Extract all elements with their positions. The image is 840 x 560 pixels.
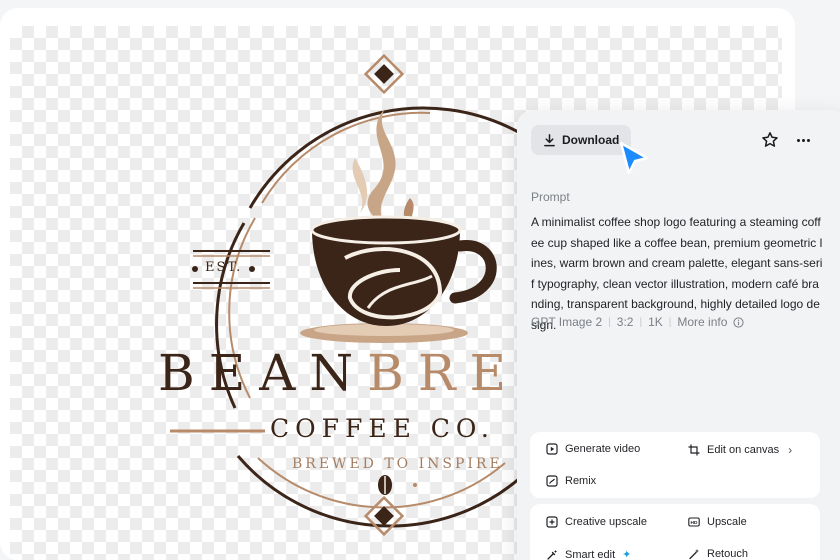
- star-icon[interactable]: [761, 131, 779, 149]
- generate-video-button[interactable]: Generate video: [546, 443, 640, 455]
- remix-icon: [546, 475, 558, 487]
- meta-separator: |: [608, 316, 611, 328]
- secondary-actions-card: Creative upscale HD Upscale Smart edit ✦…: [530, 504, 820, 560]
- hd-icon: HD: [688, 517, 700, 527]
- crop-icon: [688, 444, 700, 456]
- est-label: EST.: [205, 260, 243, 275]
- brand-tagline: BREWED TO INSPIRE: [292, 456, 503, 472]
- chevron-right-icon: ›: [788, 443, 793, 457]
- play-square-icon: [546, 443, 558, 455]
- edit-on-canvas-label: Edit on canvas: [707, 444, 780, 456]
- meta-model: GPT Image 2: [531, 315, 603, 329]
- top-diamond: [363, 53, 405, 95]
- prompt-label: Prompt: [531, 190, 570, 204]
- info-icon[interactable]: [733, 316, 744, 328]
- brand-subtitle: COFFEE CO.: [270, 414, 495, 443]
- magic-brush-icon: [547, 549, 557, 560]
- edit-on-canvas-button[interactable]: Edit on canvas ›: [688, 443, 792, 457]
- meta-resolution: 1K: [648, 315, 663, 329]
- creative-upscale-label: Creative upscale: [565, 516, 647, 528]
- upscale-button[interactable]: HD Upscale: [688, 516, 747, 528]
- remix-button[interactable]: Remix: [546, 475, 596, 487]
- bottom-diamond: [363, 495, 405, 537]
- more-horizontal-icon[interactable]: [794, 131, 812, 149]
- image-meta: GPT Image 2 | 3:2 | 1K | More info: [531, 315, 744, 329]
- remix-label: Remix: [565, 475, 597, 487]
- image-details-panel: Download Prompt A minimalist coffee shop…: [517, 110, 840, 560]
- retouch-label: Retouch: [707, 548, 748, 560]
- more-info-link[interactable]: More info: [677, 315, 727, 329]
- wand-icon: [689, 549, 699, 560]
- upscale-label: Upscale: [707, 516, 747, 528]
- brand-name-dark: BEAN: [158, 344, 368, 402]
- smart-edit-button[interactable]: Smart edit ✦: [546, 548, 631, 560]
- download-label: Download: [562, 133, 620, 147]
- meta-ratio: 3:2: [616, 315, 634, 329]
- download-icon: [544, 133, 555, 146]
- brand-name: BEANBRE: [158, 348, 520, 398]
- smart-edit-label: Smart edit: [565, 548, 616, 560]
- retouch-button[interactable]: Retouch: [688, 548, 748, 560]
- creative-upscale-button[interactable]: Creative upscale: [546, 516, 647, 528]
- primary-actions-card: Generate video Edit on canvas › Remix: [530, 432, 820, 498]
- mouse-cursor-icon: [619, 141, 649, 175]
- brand-name-light: BRE: [367, 344, 520, 402]
- svg-text:HD: HD: [691, 520, 698, 526]
- meta-separator: |: [668, 316, 672, 328]
- sparkle-icon: ✦: [622, 549, 632, 560]
- meta-separator: |: [639, 316, 643, 328]
- creative-upscale-icon: [546, 516, 558, 528]
- generate-video-label: Generate video: [565, 443, 641, 455]
